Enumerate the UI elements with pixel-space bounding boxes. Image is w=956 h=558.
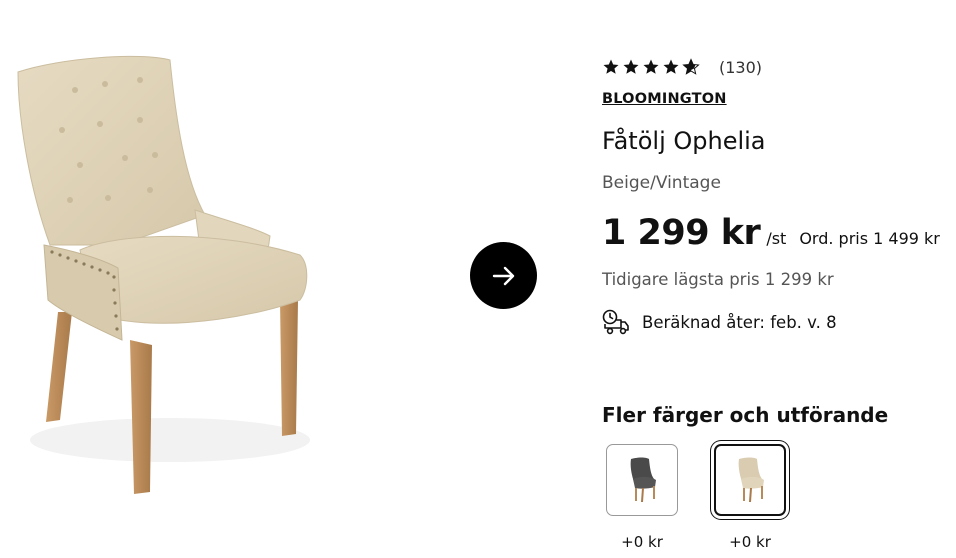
- chair-thumbnail: [738, 457, 764, 502]
- chair-image: [17, 55, 310, 494]
- price-unit: /st: [766, 229, 787, 248]
- star-icon: [663, 59, 679, 74]
- delivery-status: Beräknad åter: feb. v. 8: [602, 309, 837, 335]
- rating[interactable]: (130): [602, 56, 762, 78]
- variant-swatch-beige[interactable]: [714, 444, 786, 516]
- rating-count[interactable]: (130): [719, 58, 762, 77]
- product-image[interactable]: [0, 0, 470, 558]
- ordinary-price: Ord. pris 1 499 kr: [799, 229, 940, 248]
- product-variant: Beige/Vintage: [602, 173, 721, 193]
- chair-thumbnail: [630, 457, 656, 502]
- star-half-icon: [682, 58, 700, 75]
- brand-link[interactable]: BLOOMINGTON: [602, 91, 727, 107]
- delivery-text: Beräknad åter: feb. v. 8: [642, 312, 837, 332]
- star-icon: [643, 59, 659, 74]
- variant-swatch-grey[interactable]: [606, 444, 678, 516]
- product-title: Fåtölj Ophelia: [602, 127, 766, 155]
- star-icon: [623, 59, 639, 74]
- price-row: 1 299 kr /st Ord. pris 1 499 kr: [602, 213, 940, 253]
- variant-price: +0 kr: [621, 533, 663, 551]
- next-image-button[interactable]: [470, 242, 537, 309]
- previous-lowest-price: Tidigare lägsta pris 1 299 kr: [602, 270, 834, 289]
- more-variants-title: Fler färger och utförande: [602, 403, 889, 427]
- star-icon: [603, 59, 619, 74]
- price: 1 299 kr: [602, 213, 761, 253]
- arrow-right-icon: [492, 266, 514, 285]
- delivery-truck-clock-icon: [602, 309, 629, 335]
- rating-stars: [602, 58, 700, 76]
- variant-price: +0 kr: [729, 533, 771, 551]
